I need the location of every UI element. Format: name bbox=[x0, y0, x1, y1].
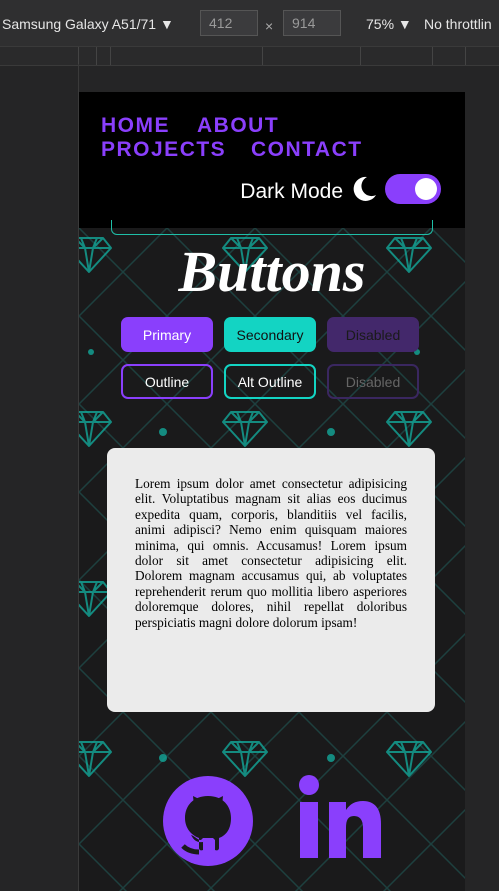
device-name: Samsung Galaxy A51/71 bbox=[2, 16, 157, 32]
navbar: HOME ABOUT PROJECTS CONTACT Dark Mode bbox=[79, 92, 465, 228]
primary-button[interactable]: Primary bbox=[121, 317, 213, 352]
nav-projects-link[interactable]: PROJECTS bbox=[101, 138, 226, 162]
device-viewport: HOME ABOUT PROJECTS CONTACT Dark Mode Bu… bbox=[79, 92, 465, 891]
toggle-knob bbox=[415, 178, 437, 200]
zoom-select[interactable]: 75% ▼ bbox=[366, 16, 412, 32]
card-text: Lorem ipsum dolor amet consectetur adipi… bbox=[135, 476, 407, 630]
moon-icon bbox=[353, 176, 376, 201]
secondary-button[interactable]: Secondary bbox=[224, 317, 316, 352]
nav-about-link[interactable]: ABOUT bbox=[197, 114, 279, 138]
linkedin-icon[interactable] bbox=[297, 774, 383, 860]
github-icon[interactable] bbox=[163, 776, 253, 866]
dimension-separator: × bbox=[265, 18, 274, 34]
text-card: Lorem ipsum dolor amet consectetur adipi… bbox=[107, 448, 435, 712]
disabled-button: Disabled bbox=[327, 317, 419, 352]
dark-mode-toggle[interactable] bbox=[385, 174, 441, 204]
page-title: Buttons bbox=[178, 239, 366, 304]
navbar-border bbox=[111, 220, 433, 235]
disabled-outline-button: Disabled bbox=[327, 364, 419, 399]
throttling-select[interactable]: No throttlin bbox=[424, 16, 492, 32]
caret-down-icon: ▼ bbox=[160, 16, 174, 32]
alt-outline-button[interactable]: Alt Outline bbox=[224, 364, 316, 399]
caret-down-icon: ▼ bbox=[397, 16, 412, 32]
width-input[interactable] bbox=[200, 10, 258, 36]
ruler bbox=[0, 46, 499, 66]
devtools-toolbar: Samsung Galaxy A51/71 ▼ × 75% ▼ No throt… bbox=[0, 0, 499, 46]
device-select[interactable]: Samsung Galaxy A51/71 ▼ bbox=[2, 16, 174, 32]
dark-mode-label: Dark Mode bbox=[240, 180, 343, 203]
nav-contact-link[interactable]: CONTACT bbox=[251, 138, 363, 162]
zoom-value: 75% bbox=[366, 16, 395, 32]
nav-home-link[interactable]: HOME bbox=[101, 114, 170, 138]
height-input[interactable] bbox=[283, 10, 341, 36]
outline-button[interactable]: Outline bbox=[121, 364, 213, 399]
